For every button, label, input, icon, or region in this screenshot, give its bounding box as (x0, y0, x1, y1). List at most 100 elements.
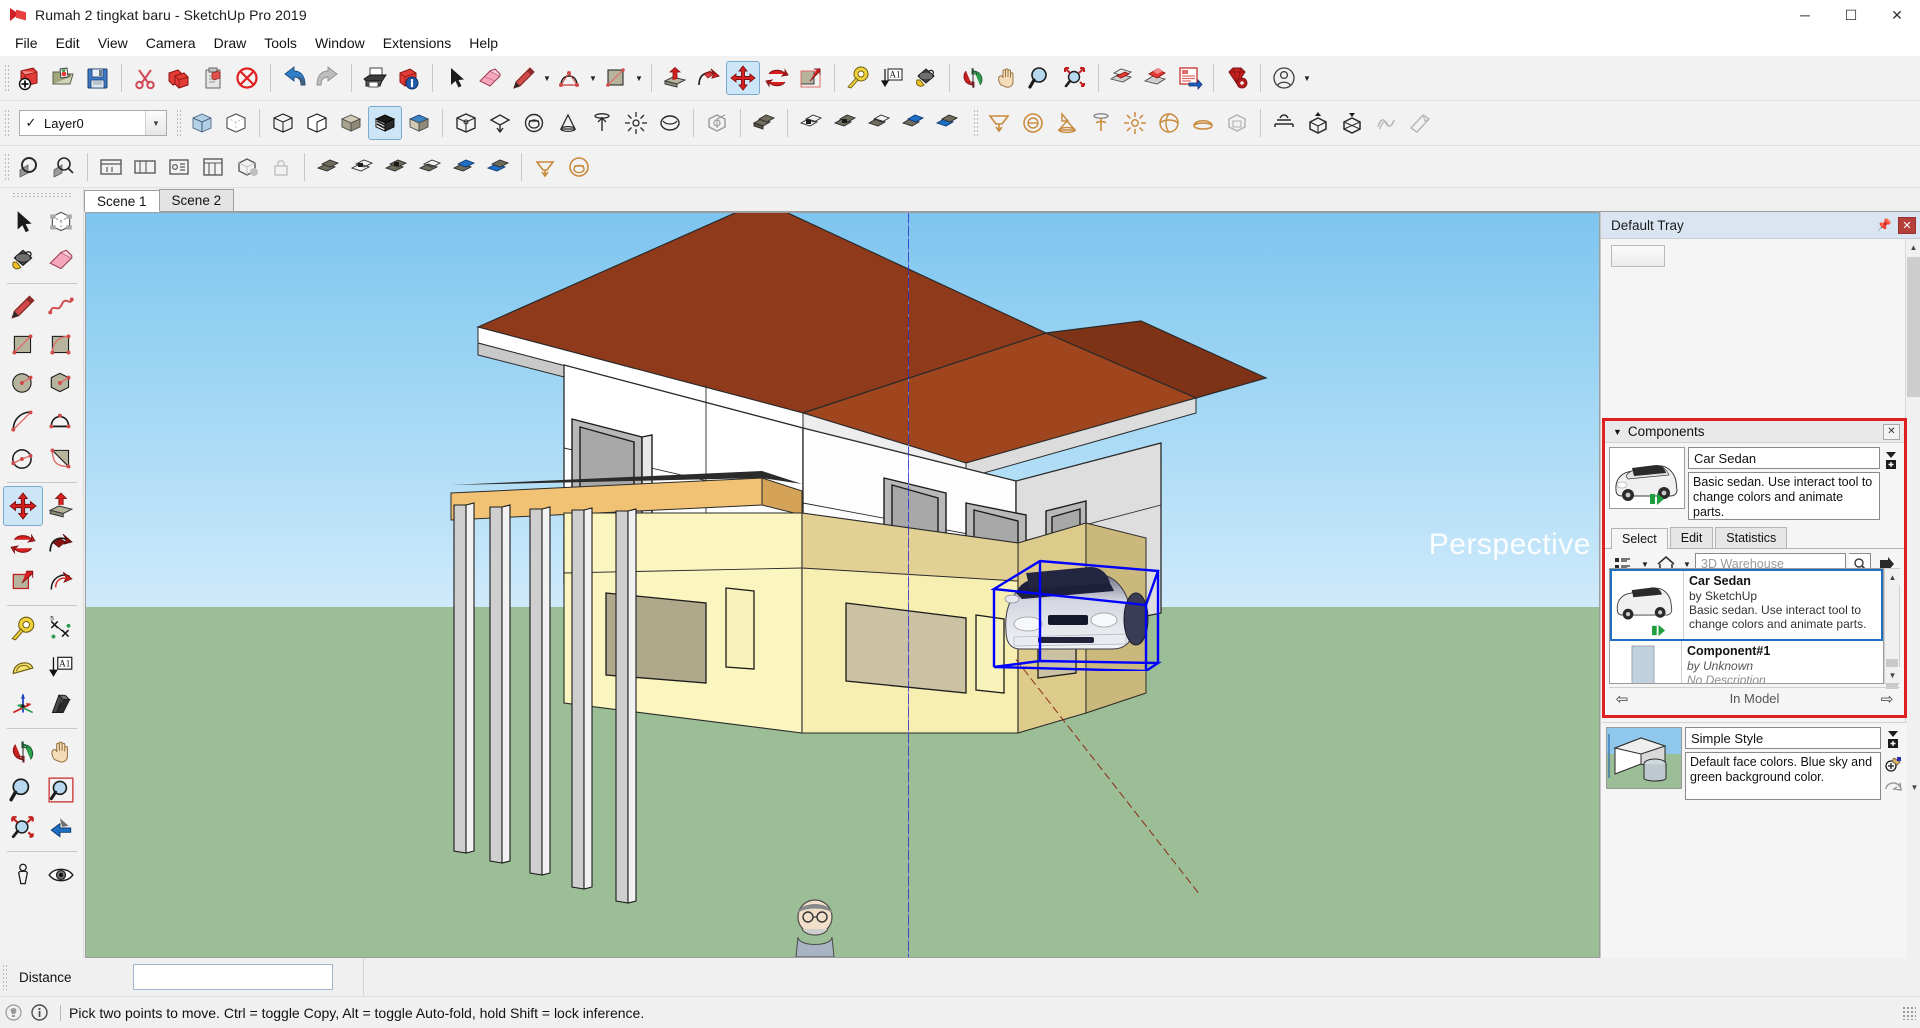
palette-grip[interactable] (11, 192, 72, 199)
tab-select[interactable]: Select (1611, 528, 1668, 549)
tool-position-camera[interactable] (4, 856, 42, 894)
dynamic-report-button[interactable] (197, 151, 229, 183)
tool-freehand[interactable] (42, 288, 80, 326)
tool-zoom-extents[interactable] (4, 809, 42, 847)
paint-bucket-button[interactable] (910, 62, 942, 94)
print-button[interactable] (359, 62, 391, 94)
menu-draw[interactable]: Draw (205, 32, 256, 54)
sandbox-from-scratch-button[interactable] (1017, 107, 1049, 139)
zoom-extents-button[interactable] (1059, 62, 1091, 94)
view-iso-button[interactable] (450, 107, 482, 139)
style-shaded-button[interactable] (335, 107, 367, 139)
tool-axes[interactable] (4, 686, 42, 724)
tool-make-component[interactable] (42, 203, 80, 241)
close-button[interactable]: ✕ (1874, 0, 1920, 30)
scene-tab-1[interactable]: Scene 1 (84, 190, 160, 212)
tool-pan[interactable] (42, 733, 80, 771)
menu-camera[interactable]: Camera (137, 32, 205, 54)
layer-display-2-button[interactable] (795, 107, 827, 139)
style-texture-button[interactable] (368, 106, 402, 140)
solid-tools-union-button[interactable] (1302, 107, 1334, 139)
pin-icon[interactable]: 📌 (1876, 218, 1892, 232)
component-description-field[interactable]: Basic sedan. Use interact tool to change… (1688, 472, 1880, 520)
tool-arc-3point[interactable] (42, 402, 80, 440)
view-bottom-button[interactable] (654, 107, 686, 139)
sandbox-smoove-button[interactable] (1119, 107, 1151, 139)
solid-tools-trim-button[interactable] (1370, 107, 1402, 139)
previous-view-button[interactable] (1106, 62, 1138, 94)
tool-rectangle[interactable] (4, 326, 42, 364)
account-caret[interactable]: ▼ (1301, 62, 1313, 94)
layer-display-6-button[interactable] (931, 107, 963, 139)
layer-display-1-button[interactable] (748, 107, 780, 139)
solid-tools-subtract-button[interactable] (1336, 107, 1368, 139)
car-sedan-component[interactable] (986, 531, 1166, 671)
sandbox-addetail-button[interactable] (1153, 107, 1185, 139)
toolbar-grip[interactable] (175, 108, 182, 138)
rotate-tool-button[interactable] (761, 62, 793, 94)
scroll-thumb[interactable] (1907, 257, 1920, 397)
tool-look-around[interactable] (42, 856, 80, 894)
solid-tools-intersect-button[interactable] (1268, 107, 1300, 139)
chevron-down-icon[interactable]: ▼ (145, 111, 166, 135)
dynamic-component-options-button[interactable] (95, 151, 127, 183)
tool-protractor[interactable] (4, 648, 42, 686)
tool-eraser[interactable] (42, 241, 80, 279)
tool-move[interactable] (2, 486, 43, 526)
pushpull-tool-button[interactable] (659, 62, 691, 94)
update-style-icon[interactable] (1884, 778, 1902, 794)
layout-send-button[interactable] (1174, 62, 1206, 94)
paste-button[interactable] (197, 62, 229, 94)
move-tool-button[interactable] (726, 61, 760, 95)
tray-scrollbar[interactable]: ▲ (1905, 239, 1920, 958)
components-list-scrollbar[interactable]: ▲ ▼ (1884, 568, 1900, 689)
orbit-tool-button[interactable] (957, 62, 989, 94)
dynamic-component-attributes-button[interactable] (129, 151, 161, 183)
tool-arc-2point[interactable] (4, 402, 42, 440)
extension-warehouse-button[interactable] (1221, 62, 1253, 94)
info-circle-icon[interactable] (26, 1004, 52, 1021)
tray-close-button[interactable]: ✕ (1898, 216, 1916, 234)
new-document-button[interactable] (14, 62, 46, 94)
tool-arc-tangent[interactable] (42, 440, 80, 478)
tool-rotate[interactable] (4, 525, 42, 563)
collapse-triangle-icon[interactable]: ▼ (1613, 427, 1622, 437)
resize-grip[interactable] (1902, 1005, 1916, 1020)
account-button[interactable] (1268, 62, 1300, 94)
view-front-button[interactable] (518, 107, 550, 139)
model-viewport[interactable]: Perspective (85, 212, 1600, 958)
tool-3d-text[interactable] (42, 686, 80, 724)
scroll-up-icon[interactable]: ▲ (1906, 239, 1920, 255)
open-document-button[interactable] (48, 62, 80, 94)
menu-window[interactable]: Window (306, 32, 374, 54)
pan-tool-button[interactable] (991, 62, 1023, 94)
offset-tool-button[interactable] (795, 62, 827, 94)
dynamic-component-interact-button[interactable] (163, 151, 195, 183)
tool-zoom[interactable] (4, 771, 42, 809)
components-list[interactable]: Car Sedan by SketchUp Basic sedan. Use i… (1609, 568, 1884, 684)
toolbar-grip[interactable] (3, 63, 10, 93)
scroll-up-icon[interactable]: ▲ (1885, 569, 1900, 585)
shadow-blue-b-button[interactable] (482, 151, 514, 183)
tool-previous-view[interactable] (42, 809, 80, 847)
style-name-field[interactable]: Simple Style (1685, 727, 1881, 749)
tool-pie[interactable] (4, 440, 42, 478)
tool-tape-measure[interactable] (4, 610, 42, 648)
create-style-icon[interactable] (1884, 755, 1902, 773)
rectangle-tool-button[interactable] (600, 62, 632, 94)
rectangle-tool-caret[interactable]: ▼ (633, 62, 645, 94)
style-description-field[interactable]: Default face colors. Blue sky and green … (1685, 752, 1881, 800)
fog-button[interactable] (529, 151, 561, 183)
shadow-blue-button[interactable] (448, 151, 480, 183)
warehouse-share-button[interactable] (48, 151, 80, 183)
style-wireframe-button[interactable] (267, 107, 299, 139)
redo-button[interactable] (312, 62, 344, 94)
style-backedges-button[interactable] (220, 107, 252, 139)
tool-rotated-rectangle[interactable] (42, 326, 80, 364)
select-tool-button[interactable] (440, 62, 472, 94)
tool-scale[interactable] (4, 563, 42, 601)
tool-offset[interactable] (42, 563, 80, 601)
solid-tools-split-button[interactable] (1404, 107, 1436, 139)
hint-bulb-icon[interactable] (0, 1004, 26, 1021)
section-plane-button[interactable] (701, 107, 733, 139)
